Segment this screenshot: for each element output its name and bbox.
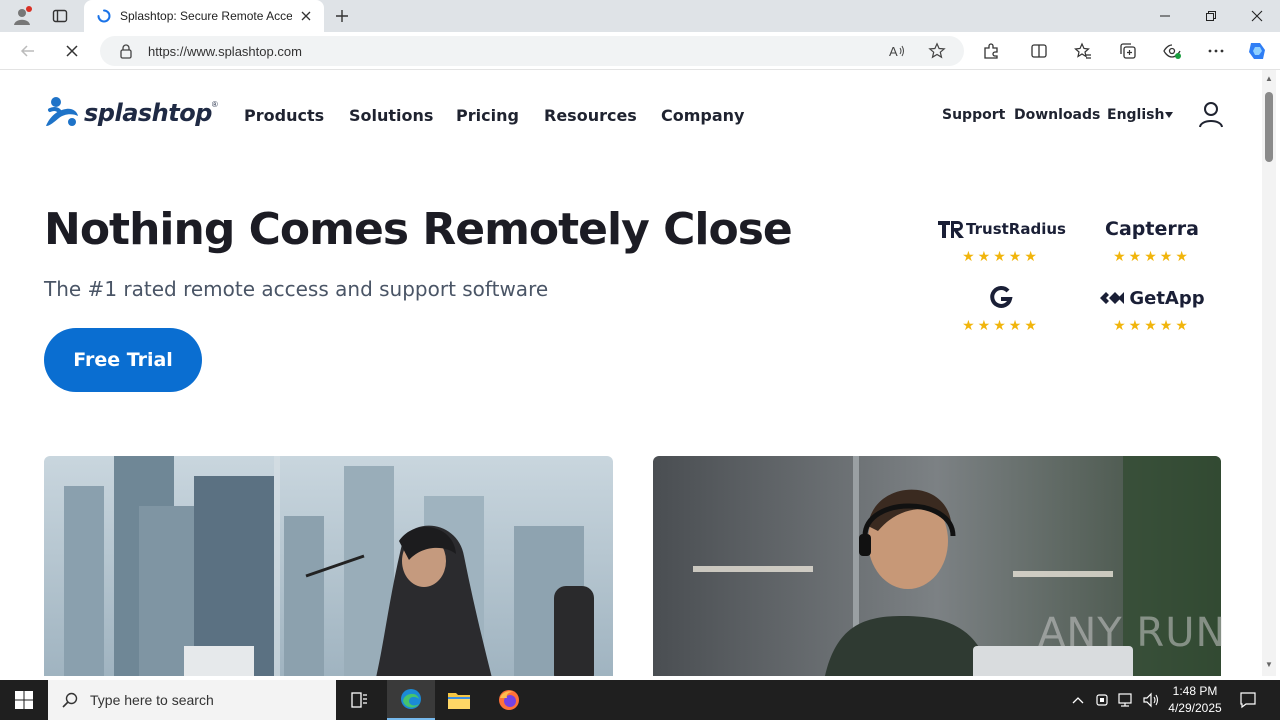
system-clock[interactable]: 1:48 PM 4/29/2025 [1162, 683, 1228, 717]
task-view-icon[interactable] [336, 680, 384, 720]
five-star-rating: ★★★★★ [962, 317, 1040, 333]
free-trial-button[interactable]: Free Trial [44, 328, 202, 392]
copilot-icon[interactable] [1246, 41, 1268, 61]
close-window-icon[interactable] [1234, 0, 1280, 32]
lock-icon[interactable] [118, 43, 134, 59]
browser-essentials-icon[interactable] [1161, 41, 1183, 61]
rating-name: TrustRadius [966, 220, 1066, 238]
nav-resources[interactable]: Resources [544, 106, 637, 125]
nav-solutions[interactable]: Solutions [349, 106, 433, 125]
language-selector[interactable]: English [1107, 107, 1164, 123]
trademark-mark: ® [211, 100, 218, 109]
rating-g2[interactable]: ★★★★★ [931, 283, 1071, 334]
edge-taskbar-icon[interactable] [387, 680, 435, 720]
volume-icon[interactable] [1141, 690, 1161, 710]
rating-name: Capterra [1105, 218, 1199, 240]
five-star-rating: ★★★★★ [1113, 317, 1191, 333]
firefox-icon[interactable] [485, 680, 533, 720]
five-star-rating: ★★★★★ [1113, 248, 1191, 264]
read-aloud-icon[interactable]: A [888, 42, 906, 60]
active-tab[interactable]: Splashtop: Secure Remote Access [84, 0, 324, 32]
address-bar[interactable]: https://www.splashtop.com A [100, 36, 964, 66]
rating-getapp[interactable]: GetApp ★★★★★ [1082, 283, 1222, 334]
rating-capterra[interactable]: Capterra ★★★★★ [1082, 214, 1222, 265]
windows-taskbar: Type here to search 1:48 PM 4/29/2025 [0, 680, 1280, 720]
nav-products[interactable]: Products [244, 106, 324, 125]
notification-center-icon[interactable] [1238, 690, 1258, 710]
splashtop-mark-icon [46, 97, 78, 126]
splashtop-logo[interactable]: splashtop ® [44, 96, 218, 130]
extensions-icon[interactable] [980, 41, 1002, 61]
anyrun-watermark: ANY RUN [1038, 610, 1226, 656]
stop-loading-icon[interactable] [58, 39, 86, 63]
g2-logo-icon [931, 283, 1071, 313]
tab-actions-icon[interactable] [48, 4, 72, 28]
browser-tab-bar: Splashtop: Secure Remote Access [0, 0, 1280, 32]
profile-icon[interactable] [8, 4, 36, 28]
taskbar-search-box[interactable]: Type here to search [48, 680, 336, 720]
logo-text: splashtop [84, 99, 212, 127]
clock-date: 4/29/2025 [1168, 701, 1222, 715]
meet-now-icon[interactable] [1093, 690, 1113, 710]
watermark-text: ANY RUN [1038, 610, 1227, 656]
favorite-star-icon[interactable] [928, 42, 946, 60]
nav-downloads[interactable]: Downloads [1014, 107, 1100, 123]
page-viewport: splashtop ® Products Solutions Pricing R… [4, 70, 1262, 676]
hero-photo-office-woman [44, 456, 613, 676]
new-tab-icon[interactable] [330, 4, 354, 28]
scrollbar-thumb[interactable] [1265, 92, 1273, 162]
search-icon [62, 692, 78, 708]
page-scrollbar[interactable]: ▲ ▼ [1262, 70, 1276, 676]
svg-text:A: A [889, 44, 898, 59]
hero-subtitle: The #1 rated remote access and support s… [44, 277, 549, 301]
user-account-icon[interactable] [1198, 100, 1224, 128]
rating-trustradius[interactable]: TrustRadius ★★★★★ [931, 214, 1071, 265]
close-tab-icon[interactable] [298, 8, 314, 24]
chevron-down-icon[interactable] [1165, 112, 1173, 118]
back-icon[interactable] [14, 39, 42, 63]
clock-time: 1:48 PM [1172, 684, 1218, 698]
five-star-rating: ★★★★★ [962, 248, 1040, 264]
split-screen-icon[interactable] [1028, 41, 1050, 61]
more-options-icon[interactable] [1205, 41, 1227, 61]
scroll-up-icon[interactable]: ▲ [1264, 74, 1274, 84]
nav-pricing[interactable]: Pricing [456, 106, 519, 125]
trustradius-logo-icon [938, 221, 965, 238]
loading-spinner-icon [96, 8, 112, 24]
network-icon[interactable] [1117, 690, 1137, 710]
scroll-down-icon[interactable]: ▼ [1264, 660, 1274, 670]
url-text[interactable]: https://www.splashtop.com [148, 44, 302, 59]
minimize-icon[interactable] [1142, 0, 1188, 32]
restore-icon[interactable] [1188, 0, 1234, 32]
collections-icon[interactable] [1117, 41, 1139, 61]
tab-title: Splashtop: Secure Remote Access [120, 9, 292, 23]
search-placeholder: Type here to search [90, 692, 214, 708]
getapp-logo-icon [1100, 292, 1125, 304]
hero-title: Nothing Comes Remotely Close [44, 204, 793, 255]
file-explorer-icon[interactable] [435, 680, 483, 720]
nav-support[interactable]: Support [942, 107, 1005, 123]
windows-start-icon[interactable] [0, 680, 48, 720]
address-toolbar: https://www.splashtop.com A [0, 32, 1280, 70]
favorites-icon[interactable] [1072, 41, 1094, 61]
nav-company[interactable]: Company [661, 106, 744, 125]
show-hidden-icons-chevron-icon[interactable] [1068, 690, 1088, 710]
rating-name: GetApp [1129, 287, 1205, 309]
